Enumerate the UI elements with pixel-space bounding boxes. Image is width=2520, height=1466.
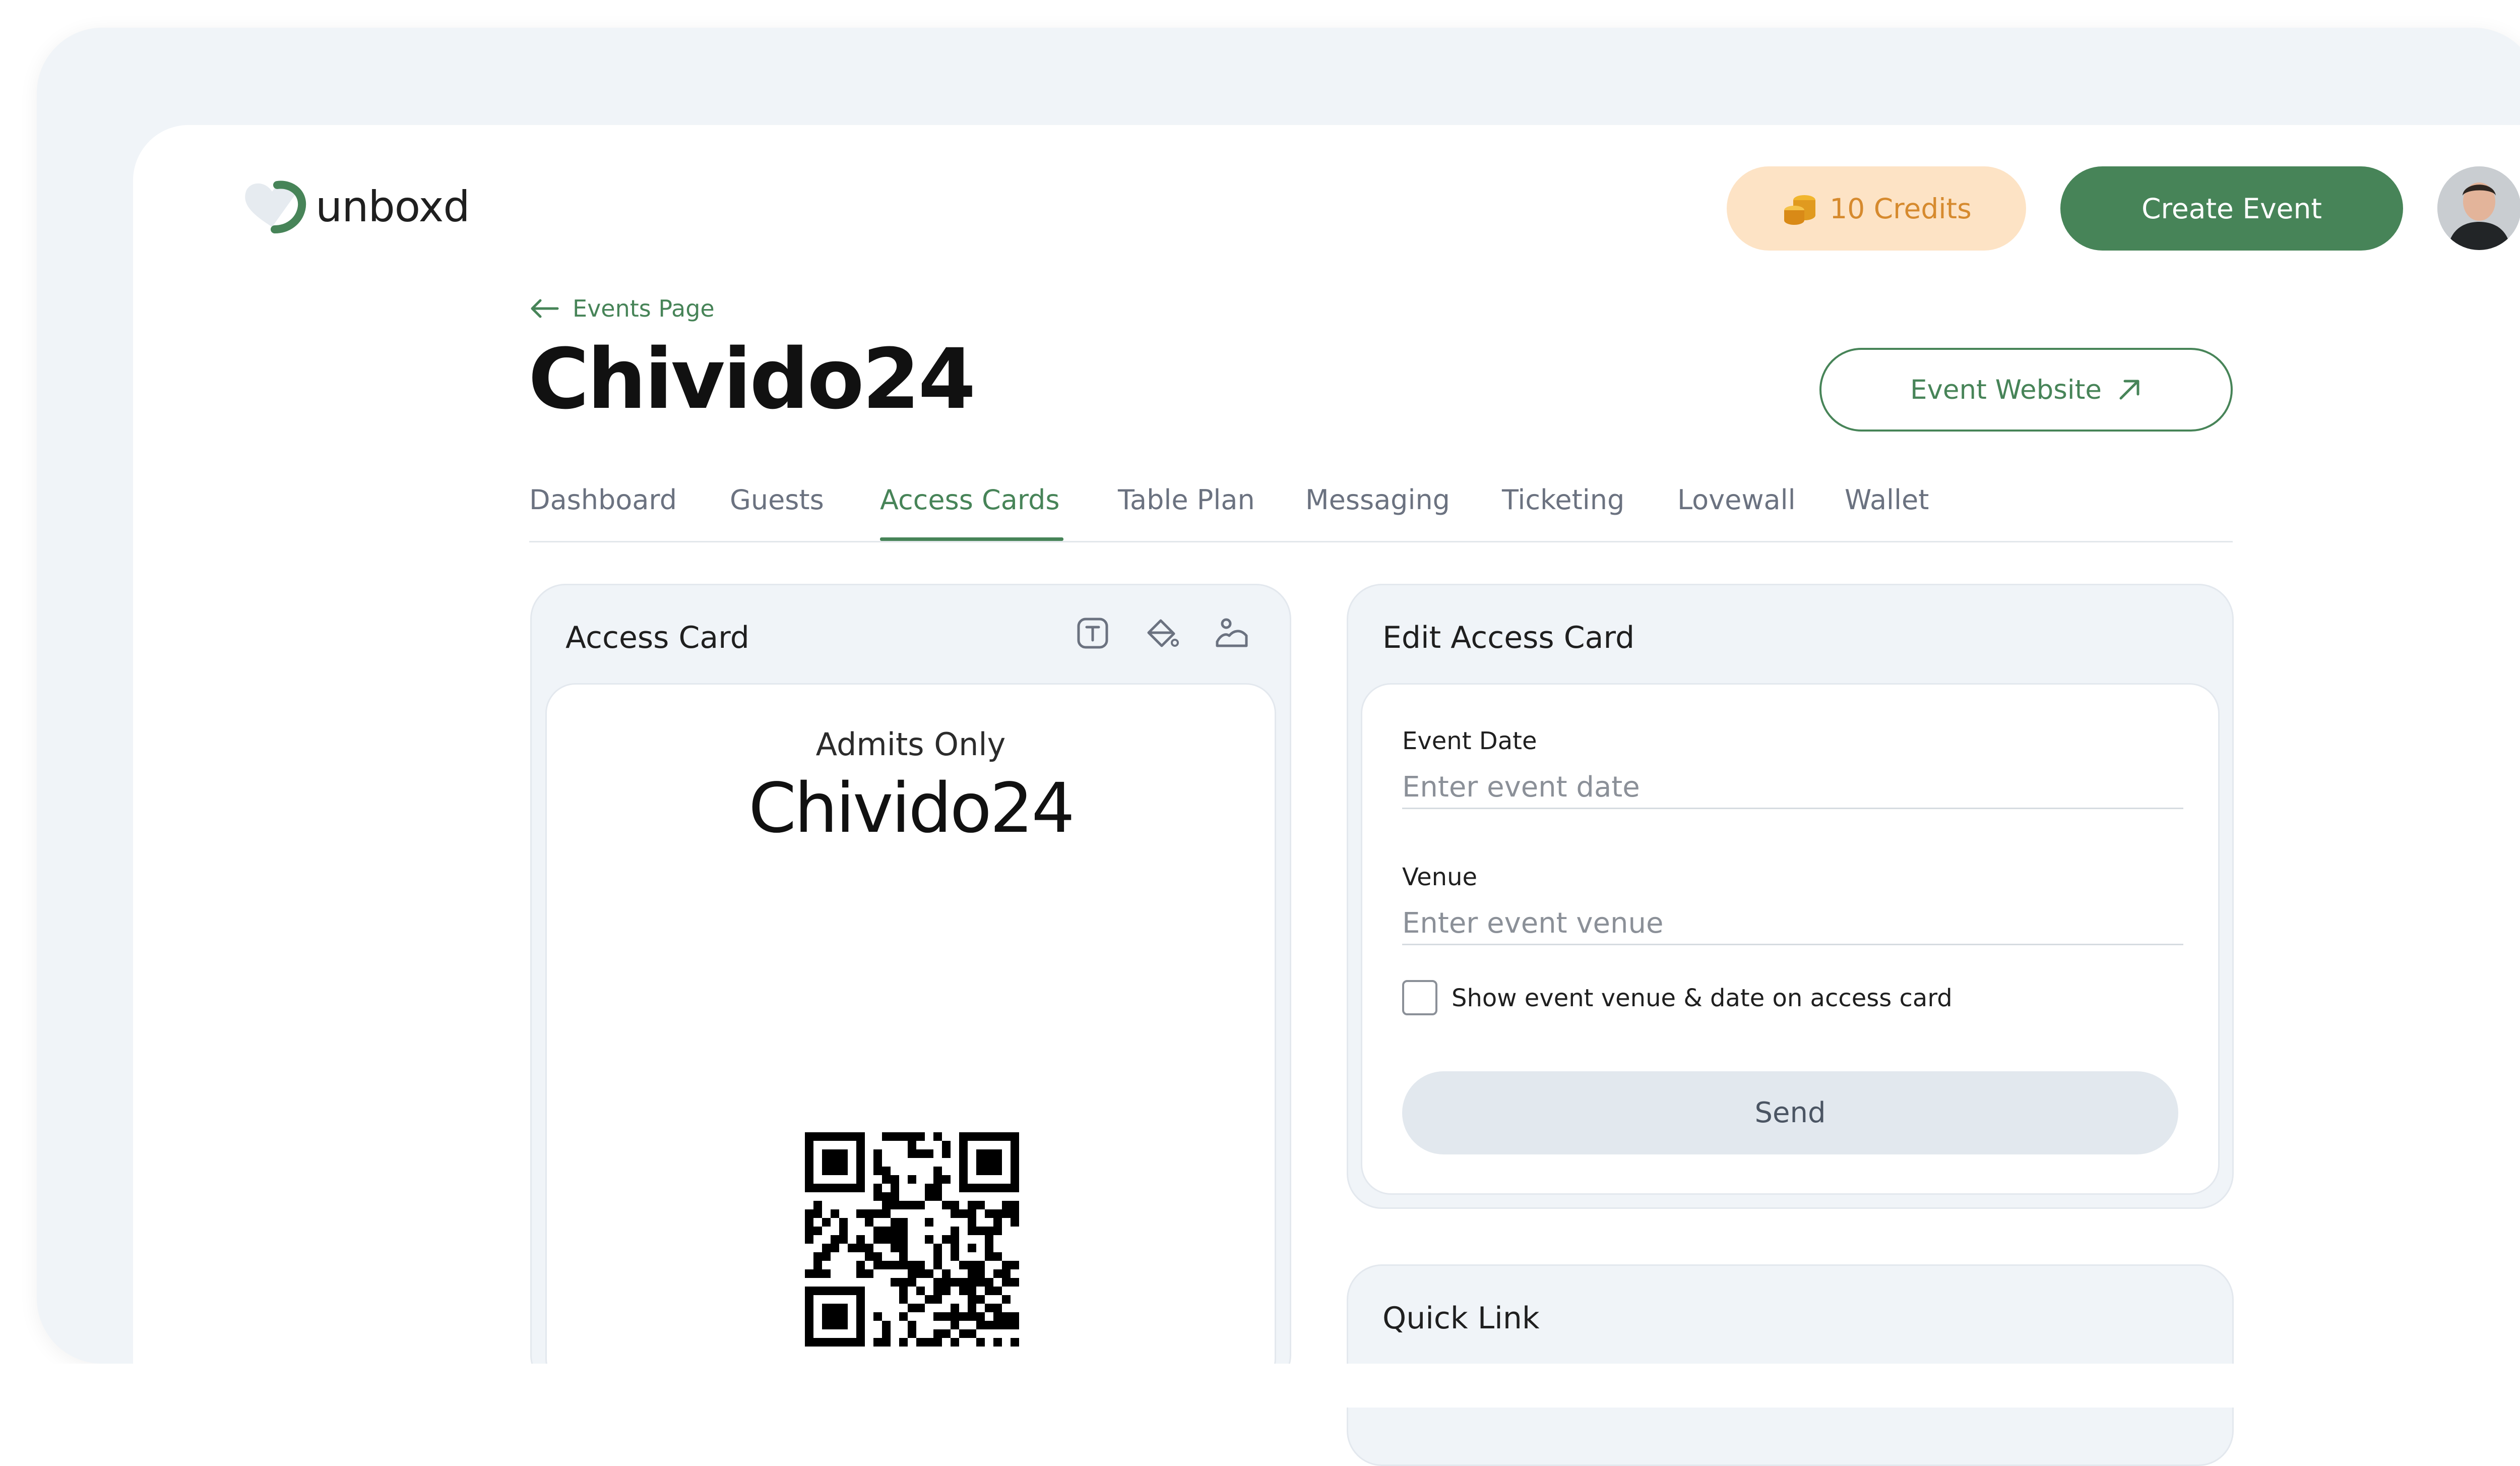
page-title: Chivido24 [528, 331, 976, 427]
bottom-edge [0, 1364, 2520, 1408]
active-tab-indicator [880, 537, 1063, 541]
tab-bar: Dashboard Guests Access Cards Table Plan… [529, 484, 2233, 542]
text-tool-icon[interactable] [1074, 614, 1112, 652]
coins-icon [1784, 195, 1816, 225]
access-card-title: Access Card [565, 620, 749, 655]
tab-dashboard[interactable]: Dashboard [529, 484, 677, 516]
event-website-button[interactable]: Event Website [1819, 348, 2233, 432]
paint-bucket-icon[interactable] [1143, 614, 1181, 652]
logo[interactable]: unboxd [242, 179, 470, 234]
quick-link-title: Quick Link [1382, 1301, 1540, 1336]
admits-label: Admits Only [815, 726, 1006, 763]
image-icon[interactable] [1213, 614, 1251, 652]
external-link-icon [2119, 380, 2139, 400]
venue-input[interactable] [1402, 902, 2183, 945]
user-photo-icon [2437, 166, 2520, 250]
tab-guests[interactable]: Guests [730, 484, 824, 516]
event-date-input[interactable] [1402, 766, 2183, 809]
tab-messaging[interactable]: Messaging [1305, 484, 1450, 516]
arrow-left-icon [531, 299, 559, 318]
qr-code [805, 1132, 1019, 1349]
card-event-name: Chivido24 [748, 769, 1075, 848]
logo-text: unboxd [316, 182, 470, 231]
create-event-button[interactable]: Create Event [2060, 166, 2403, 251]
tab-wallet[interactable]: Wallet [1845, 484, 1929, 516]
avatar[interactable] [2437, 166, 2520, 250]
back-link[interactable]: Events Page [529, 295, 715, 322]
venue-label: Venue [1402, 863, 1478, 891]
heart-logo-icon [245, 180, 306, 233]
credits-label: 10 Credits [1830, 192, 1972, 225]
credits-badge[interactable]: 10 Credits [1727, 166, 2026, 251]
tab-access-cards[interactable]: Access Cards [880, 484, 1059, 516]
back-link-label: Events Page [573, 295, 715, 322]
event-website-label: Event Website [1910, 374, 2102, 405]
edit-access-card-title: Edit Access Card [1382, 620, 1635, 655]
show-venue-date-label: Show event venue & date on access card [1452, 984, 1952, 1012]
show-venue-date-checkbox[interactable] [1402, 980, 1437, 1015]
tab-lovewall[interactable]: Lovewall [1677, 484, 1796, 516]
send-button[interactable]: Send [1402, 1071, 2178, 1154]
tab-table-plan[interactable]: Table Plan [1118, 484, 1255, 516]
event-date-label: Event Date [1402, 727, 1537, 755]
tab-ticketing[interactable]: Ticketing [1502, 484, 1624, 516]
